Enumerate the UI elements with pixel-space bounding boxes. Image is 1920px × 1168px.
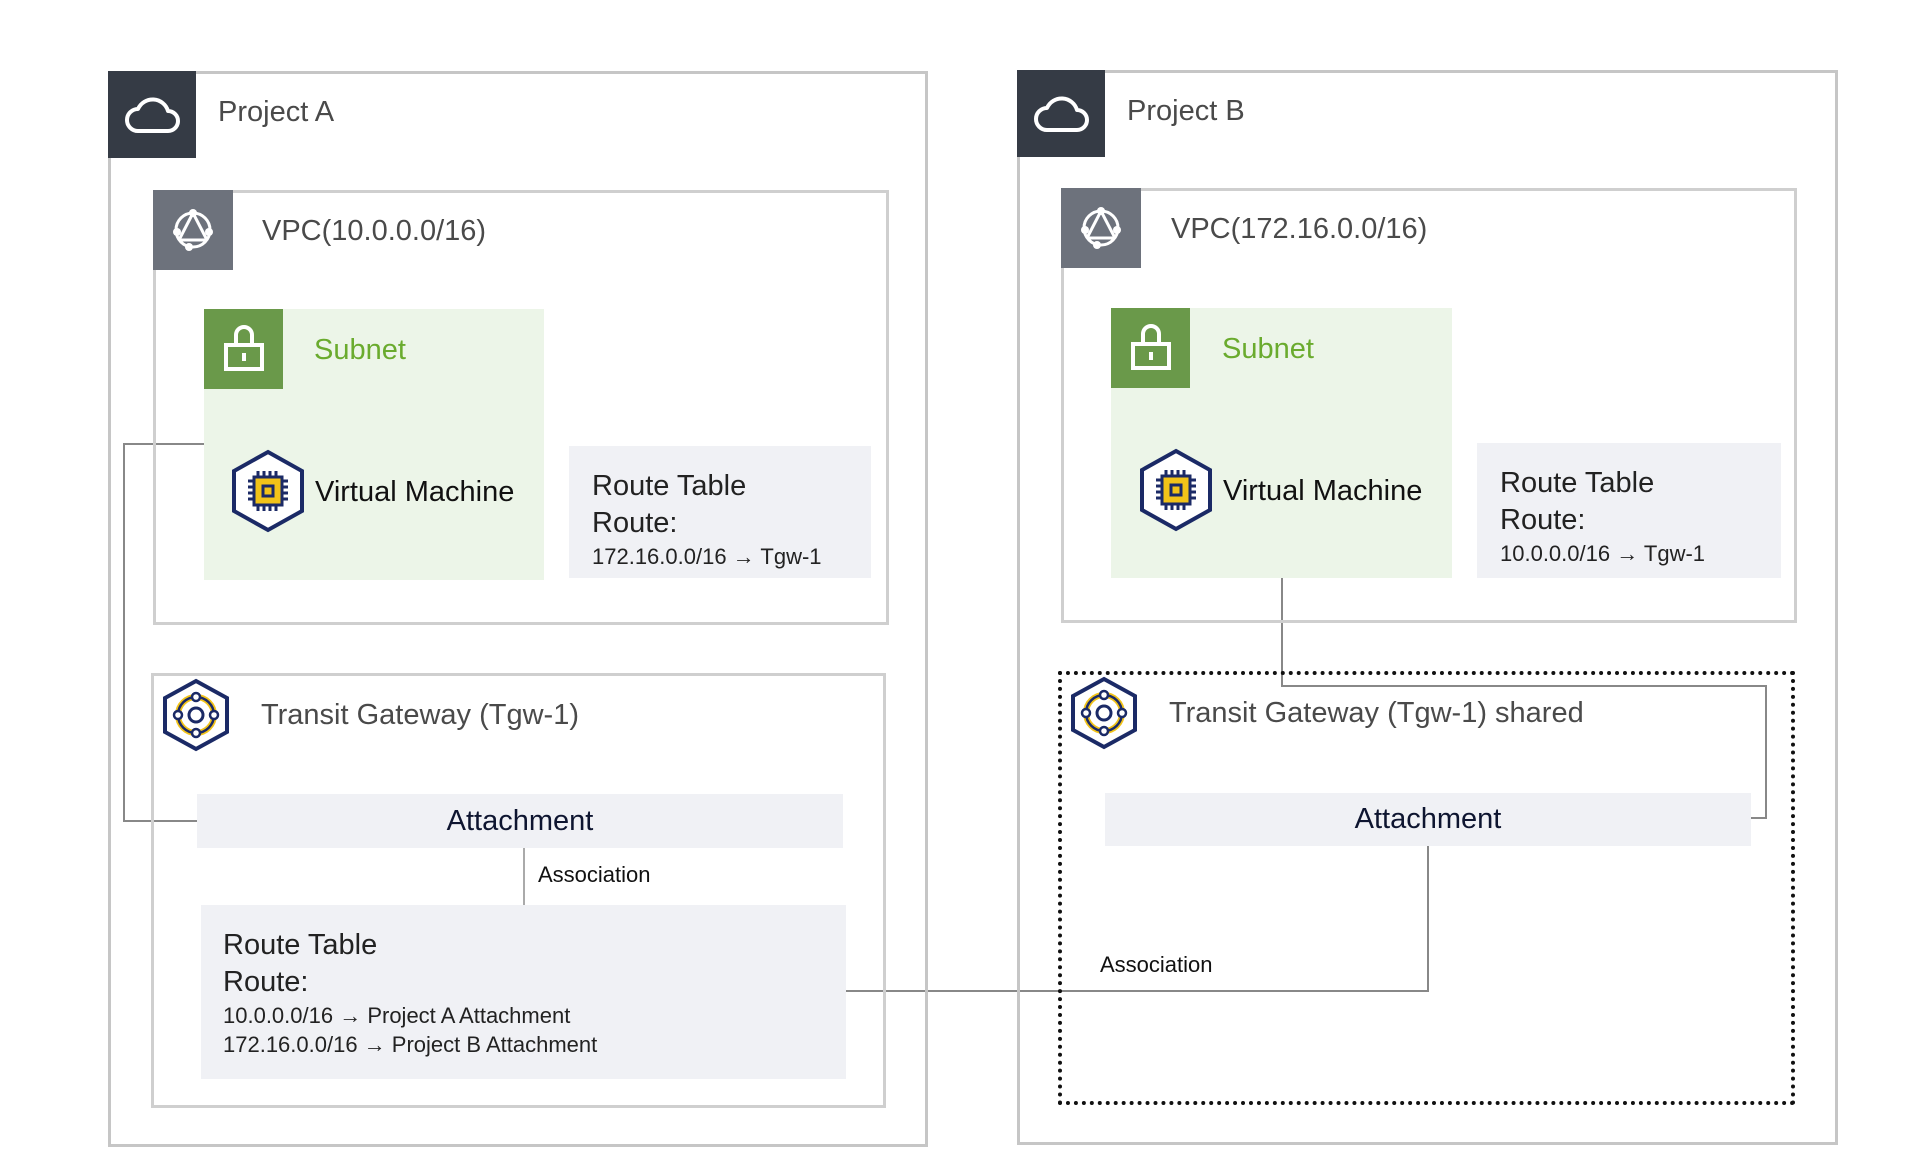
vpc-a-header-icon — [153, 190, 233, 270]
cpu-chip-icon — [1140, 448, 1212, 532]
route-table-title: Route Table — [1500, 467, 1655, 499]
tgw-route-table: Route Table Route: 10.0.0.0/16 → Project… — [201, 905, 846, 1079]
subnet-b-header-icon — [1111, 308, 1190, 388]
route-label: Route: — [1500, 504, 1586, 536]
tgw-shared-title: Transit Gateway (Tgw-1) shared — [1169, 697, 1584, 729]
subnet-a-header-icon — [204, 309, 283, 389]
vpc-b-header-icon — [1061, 188, 1141, 268]
vpc-b-title: VPC(172.16.0.0/16) — [1171, 213, 1428, 245]
route-entry: 172.16.0.0/16 → Project B Attachment — [223, 1032, 598, 1057]
vpc-a-route-table: Route Table Route: 172.16.0.0/16 → Tgw-1 — [569, 446, 871, 578]
vm-b: Virtual Machine — [1139, 448, 1449, 532]
cloud-icon — [125, 97, 180, 133]
cloud-icon — [1034, 96, 1089, 132]
attachment-b: Attachment — [1105, 793, 1751, 846]
vpc-a-title: VPC(10.0.0.0/16) — [262, 215, 487, 247]
lock-icon — [1130, 324, 1171, 370]
project-a-title: Project A — [218, 96, 335, 128]
route-label: Route: — [223, 966, 309, 998]
project-b-title: Project B — [1127, 95, 1245, 127]
transit-gateway-icon — [1071, 676, 1137, 750]
route-table-title: Route Table — [592, 470, 747, 502]
vm-a: Virtual Machine — [231, 449, 541, 533]
subnet-a-title: Subnet — [314, 334, 406, 366]
vpc-network-icon — [173, 209, 213, 251]
route-entry: 10.0.0.0/16 → Tgw-1 — [1500, 541, 1706, 566]
tgw-shared-container — [1058, 671, 1795, 1105]
tgw-a-title: Transit Gateway (Tgw-1) — [261, 699, 579, 731]
association-a-label: Association — [538, 862, 651, 887]
route-entry: 172.16.0.0/16 → Tgw-1 — [592, 544, 822, 569]
vm-a-label: Virtual Machine — [315, 476, 515, 508]
vpc-b-route-table: Route Table Route: 10.0.0.0/16 → Tgw-1 — [1477, 443, 1781, 578]
route-entry: 10.0.0.0/16 → Project A Attachment — [223, 1003, 571, 1028]
route-table-title: Route Table — [223, 929, 378, 961]
vm-b-label: Virtual Machine — [1223, 475, 1423, 507]
transit-gateway-icon — [163, 678, 229, 752]
route-label: Route: — [592, 507, 678, 539]
association-b-label: Association — [1100, 952, 1213, 977]
project-b-header-icon — [1017, 70, 1105, 157]
cpu-chip-icon — [232, 449, 304, 533]
attachment-a: Attachment — [197, 794, 843, 848]
vpc-network-icon — [1081, 207, 1121, 249]
project-a-header-icon — [108, 71, 196, 158]
lock-icon — [223, 325, 264, 371]
subnet-b-title: Subnet — [1222, 333, 1314, 365]
